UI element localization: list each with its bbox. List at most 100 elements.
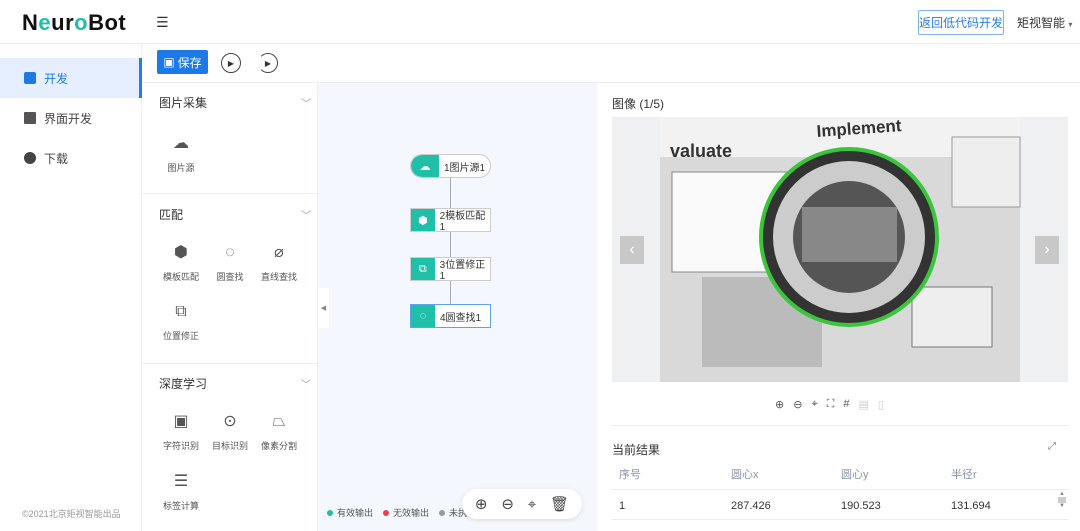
flow-node[interactable]: ⧉ 3位置修正1 [410, 257, 491, 282]
save-label: 保存 [177, 55, 202, 70]
divider [142, 193, 318, 194]
tool-label: 直线查找 [260, 272, 297, 282]
logo: NeuroBot [22, 10, 127, 35]
caret-down-icon: ▾ [1068, 20, 1073, 29]
connector [450, 281, 451, 304]
prev-image-button[interactable]: ‹ [620, 236, 644, 264]
image-viewer[interactable]: valuate Implement [612, 117, 1068, 382]
fullscreen-icon[interactable]: ⛶ [827, 398, 835, 411]
cube-icon: ⬢ [411, 209, 435, 231]
category-title: 图片采集 [159, 96, 208, 110]
save-image-icon[interactable]: ▤ [858, 398, 868, 411]
tool-position-correct[interactable]: ⧉ 位置修正 [158, 301, 204, 342]
tool-palette: 图片采集 ﹀ ☁ 图片源 匹配 ﹀ ⬢ 模板匹配 ◌ 圆查找 ⌀ 直线查找 ⧉ 位置修正 … [142, 83, 318, 531]
category-title: 匹配 [159, 208, 184, 222]
locate-icon[interactable]: ⌖ [811, 398, 817, 411]
replay-icon: ▶ [264, 58, 272, 68]
tool-line-find[interactable]: ⌀ 直线查找 [256, 242, 302, 283]
node-label: 3位置修正1 [439, 260, 486, 282]
node-label: 2模板匹配1 [439, 211, 486, 233]
polygon-icon: ⏢ [272, 413, 286, 430]
divider [612, 489, 1068, 490]
chevron-right-icon: › [1044, 241, 1050, 258]
tool-object-detect[interactable]: ⊙ 目标识别 [207, 411, 253, 452]
tool-segmentation[interactable]: ⏢ 像素分割 [256, 411, 302, 452]
zoom-out-icon[interactable]: ⊖ [793, 398, 802, 411]
table-scrollbar[interactable]: ▲ ▼ [1058, 491, 1066, 521]
image-text-evaluate: valuate [670, 141, 732, 161]
flow-node[interactable]: ☁ 1图片源1 [410, 154, 491, 178]
flow-node[interactable]: ◌ 4圆查找1 [410, 304, 491, 328]
divider [142, 363, 318, 364]
legend-invalid: 无效输出 [383, 506, 429, 519]
image-tools: ⊕ ⊖ ⌖ ⛶ # ▤ ▯ [775, 398, 884, 411]
connector [450, 178, 451, 208]
position-icon: ⧉ [411, 258, 435, 280]
expand-icon[interactable]: ⤢ [1048, 441, 1056, 452]
download-icon [24, 152, 36, 164]
tool-circle-find[interactable]: ◌ 圆查找 [207, 242, 253, 283]
run-loop-button[interactable]: ▶ [258, 53, 278, 73]
position-icon: ⧉ [175, 303, 187, 320]
image-title: 图像 (1/5) [612, 97, 665, 111]
locate-icon[interactable]: ⌖ [528, 496, 536, 513]
category-title: 深度学习 [159, 377, 208, 391]
sidebar-item-ui-develop[interactable]: 界面开发 [0, 98, 142, 138]
trash-icon[interactable]: 🗑 [550, 495, 569, 513]
tool-label: 圆查找 [216, 272, 244, 282]
node-label: 1图片源1 [444, 162, 486, 174]
back-to-lowcode-button[interactable]: 返回低代码开发 [918, 10, 1004, 35]
run-button[interactable]: ▶ [221, 53, 241, 73]
collapse-palette-button[interactable]: ◀ [318, 288, 329, 328]
column-header: 序号 [619, 469, 641, 481]
cloud-image-icon: ☁ [173, 135, 189, 152]
tool-ocr[interactable]: ▣ 字符识别 [158, 411, 204, 452]
canvas-tools: ⊕ ⊖ ⌖ 🗑 [462, 489, 582, 519]
sidebar-item-label: 界面开发 [44, 111, 93, 126]
grid-icon[interactable]: # [843, 398, 849, 411]
cloud-image-icon: ☁ [411, 155, 439, 177]
tool-label: 目标识别 [211, 441, 248, 451]
table-cell: 131.694 [951, 500, 991, 512]
tool-label: 模板匹配 [162, 272, 199, 282]
sidebar-item-develop[interactable]: 开发 [0, 58, 142, 98]
circle-search-icon: ◌ [411, 305, 435, 327]
tool-template-match[interactable]: ⬢ 模板匹配 [158, 242, 204, 283]
chevron-down-icon[interactable]: ﹀ [301, 207, 311, 222]
target-icon: ⊙ [223, 413, 237, 430]
zoom-in-icon[interactable]: ⊕ [775, 398, 784, 411]
zoom-out-icon[interactable]: ⊖ [501, 495, 514, 513]
caret-left-icon: ◀ [320, 305, 327, 312]
tool-label-calc[interactable]: ☰ 标签计算 [158, 471, 204, 512]
tool-image-source[interactable]: ☁ 图片源 [158, 133, 204, 174]
save-button[interactable]: ▣ 保存 [157, 50, 208, 74]
flow-node[interactable]: ⬢ 2模板匹配1 [410, 208, 491, 233]
trash-icon[interactable]: ▯ [878, 398, 884, 411]
zoom-in-icon[interactable]: ⊕ [475, 495, 488, 513]
play-icon: ▶ [227, 58, 235, 68]
toolbar [142, 44, 1080, 83]
layout-icon [24, 112, 36, 124]
copyright: ©2021北京矩视智能出品 [22, 509, 121, 519]
node-label: 4圆查找1 [440, 312, 482, 324]
checkbox-icon [24, 72, 36, 84]
tool-label: 位置修正 [162, 331, 199, 341]
column-header: 圆心x [731, 469, 759, 481]
user-name: 矩视智能 [1017, 16, 1066, 30]
column-header: 半径r [951, 469, 977, 481]
sidebar-item-label: 开发 [44, 71, 69, 86]
tool-label: 像素分割 [260, 441, 297, 451]
chevron-down-icon[interactable]: ﹀ [301, 95, 311, 110]
tool-label: 字符识别 [162, 441, 199, 451]
ocr-icon: ▣ [173, 413, 189, 430]
user-menu[interactable]: 矩视智能 ▾ [1017, 14, 1072, 31]
sidebar-item-download[interactable]: 下载 [0, 138, 142, 178]
tool-label: 标签计算 [162, 501, 199, 511]
next-image-button[interactable]: › [1035, 236, 1059, 264]
menu-toggle-icon[interactable]: ☰ [156, 14, 169, 31]
divider [612, 519, 1068, 520]
column-header: 圆心y [841, 469, 869, 481]
tool-label: 图片源 [167, 163, 195, 173]
status-legend: 有效输出 无效输出 未执行 [327, 506, 476, 519]
chevron-down-icon[interactable]: ﹀ [301, 376, 311, 391]
